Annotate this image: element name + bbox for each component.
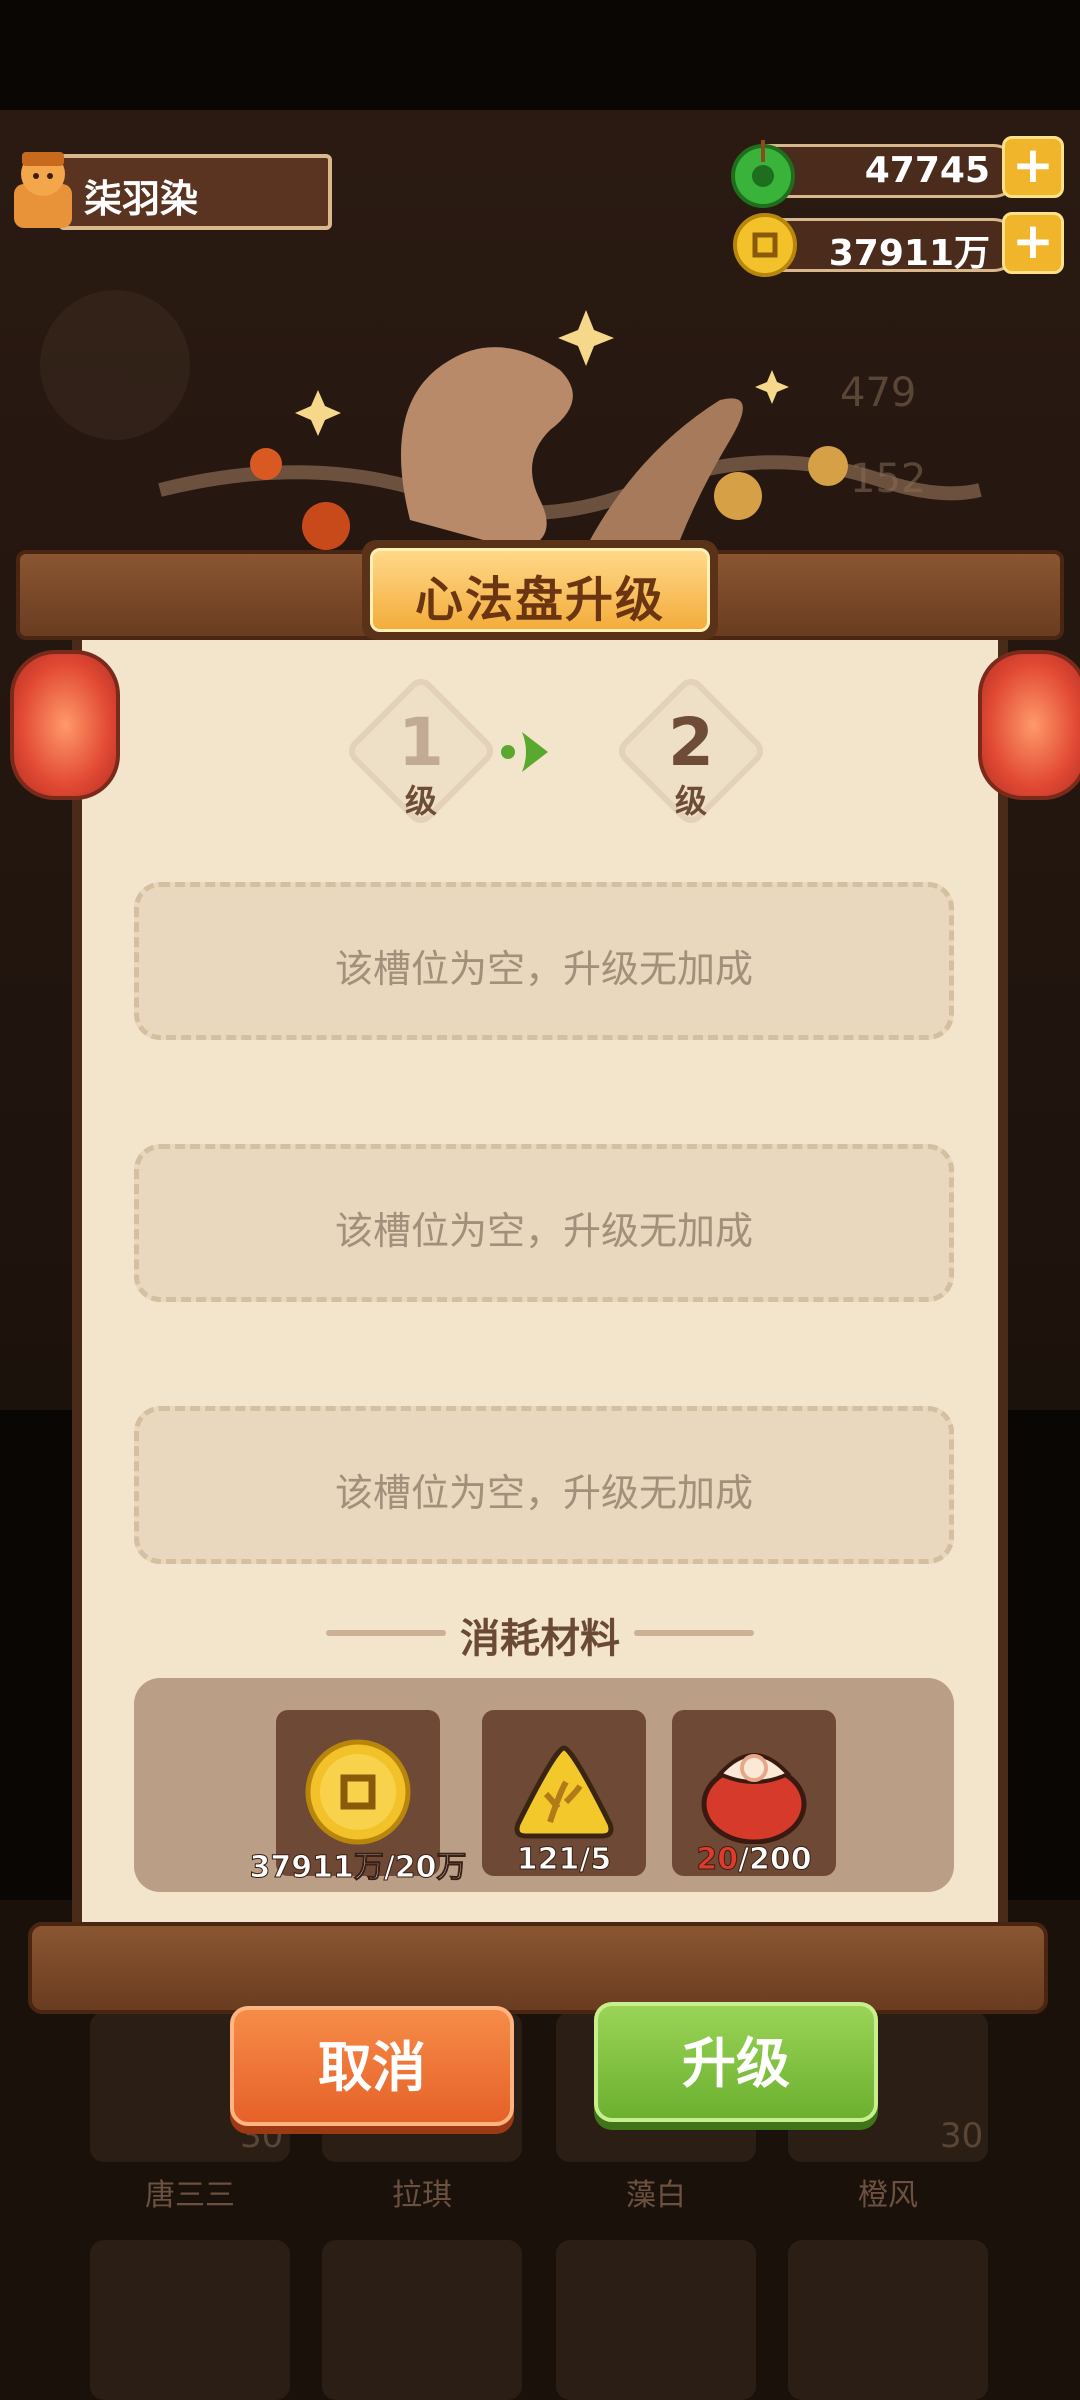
right-lantern	[978, 650, 1080, 800]
material-bag-have: 20	[696, 1842, 739, 1878]
jade-amount: 47745	[864, 150, 990, 191]
background-hero-name: 藻白	[626, 2178, 686, 2213]
background-hero-level: 30	[940, 2116, 984, 2156]
background-hero-name: 唐三三	[145, 2178, 235, 2213]
material-bag-need: /200	[738, 1842, 813, 1878]
add-coin-button[interactable]: +	[1002, 212, 1064, 274]
dialog-footer-board	[28, 1922, 1048, 2014]
material-count-bag: 20/200	[672, 1842, 836, 1878]
slot-text: 该槽位为空，升级无加成	[334, 1471, 753, 1515]
coin-icon	[304, 1738, 412, 1846]
left-lantern	[10, 650, 120, 800]
slot-text: 该槽位为空，升级无加成	[334, 1209, 753, 1253]
background-hero-card	[90, 2240, 290, 2400]
upgrade-button[interactable]: 升级	[594, 2002, 878, 2122]
coin-amount: 37911万	[828, 233, 990, 274]
cancel-button[interactable]: 取消	[230, 2006, 514, 2126]
current-level: 1	[398, 704, 444, 781]
background-hero-card	[556, 2240, 756, 2400]
background-hero-card	[788, 2240, 988, 2400]
dialog-title: 心法盘升级	[414, 572, 665, 628]
background-hero-name: 橙风	[858, 2178, 918, 2213]
slot-text: 该槽位为空，升级无加成	[334, 947, 753, 991]
player-avatar[interactable]	[6, 144, 80, 232]
player-name: 柒羽染	[84, 177, 199, 221]
material-count-badge: 121/5	[516, 1842, 612, 1878]
dragon-decoration	[120, 290, 1000, 580]
next-level: 2	[668, 704, 714, 781]
arrow-right-icon	[500, 724, 556, 780]
add-jade-button[interactable]: +	[1002, 136, 1064, 198]
background-hero-name: 拉琪	[392, 2178, 452, 2213]
current-level-unit: 级	[404, 782, 437, 820]
next-level-unit: 级	[674, 782, 707, 820]
material-count-coin: 37911万/20万	[249, 1850, 467, 1886]
materials-title: 消耗材料	[460, 1616, 620, 1662]
background-hero-card	[322, 2240, 522, 2400]
triangle-badge-icon	[510, 1742, 618, 1842]
red-bag-icon	[696, 1734, 812, 1845]
